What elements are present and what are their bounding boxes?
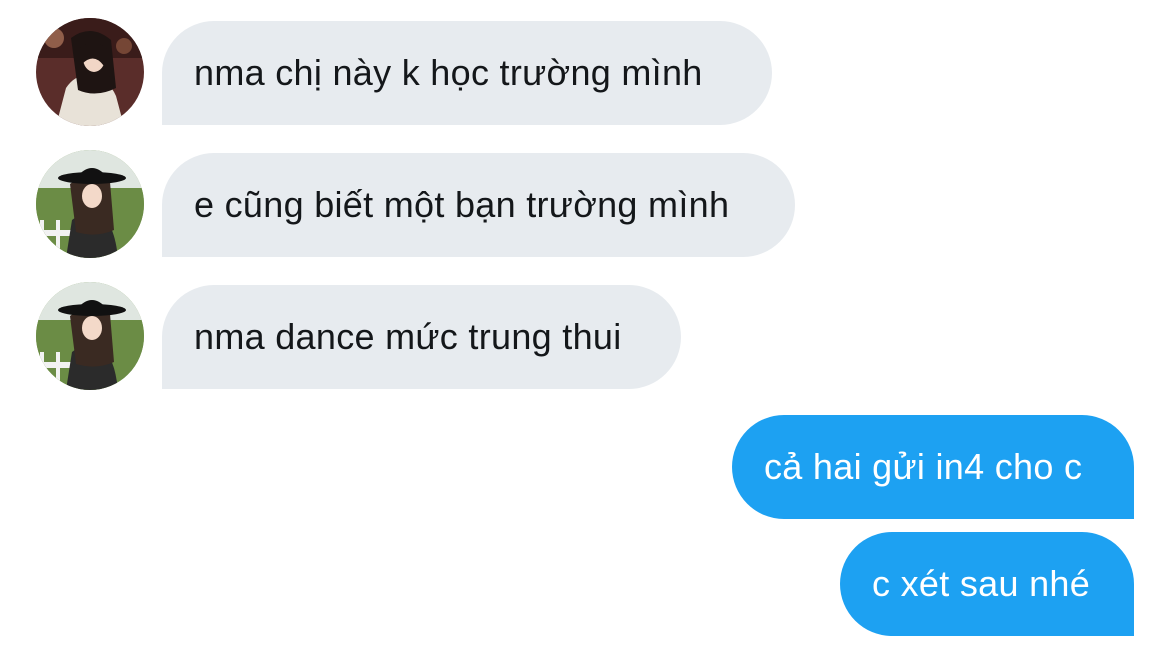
- outgoing-message-bubble[interactable]: cả hai gửi in4 cho c: [732, 415, 1134, 519]
- message-text: nma dance mức trung thui: [194, 316, 622, 357]
- message-text: c xét sau nhé: [872, 563, 1091, 604]
- avatar-photo-icon: [36, 18, 144, 126]
- message-text: e cũng biết một bạn trường mình: [194, 184, 730, 225]
- incoming-message-bubble[interactable]: nma chị này k học trường mình: [162, 21, 772, 125]
- incoming-message-bubble[interactable]: e cũng biết một bạn trường mình: [162, 153, 795, 257]
- message-text: cả hai gửi in4 cho c: [764, 446, 1083, 487]
- avatar[interactable]: [36, 18, 144, 126]
- avatar[interactable]: [36, 150, 144, 258]
- conversation-thread: nma chị này k học trường mình e cũng biế…: [0, 0, 1170, 658]
- message-text: nma chị này k học trường mình: [194, 52, 703, 93]
- incoming-message-bubble[interactable]: nma dance mức trung thui: [162, 285, 681, 389]
- avatar-photo-icon: [36, 150, 144, 258]
- outgoing-message-bubble[interactable]: c xét sau nhé: [840, 532, 1134, 636]
- avatar-photo-icon: [36, 282, 144, 390]
- avatar[interactable]: [36, 282, 144, 390]
